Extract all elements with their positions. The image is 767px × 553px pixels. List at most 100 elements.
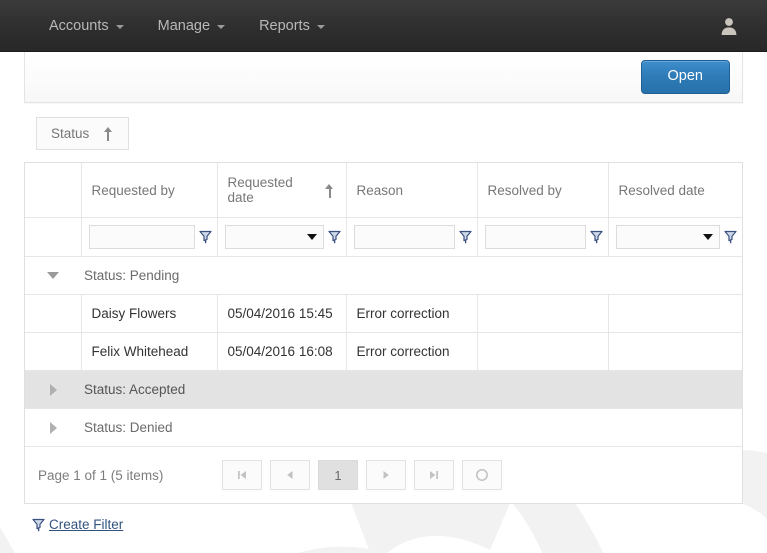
column-header-requested-date[interactable]: Requested date [217, 163, 347, 218]
nav-item-label: Accounts [49, 18, 109, 34]
column-header-resolved-by[interactable]: Resolved by [477, 163, 609, 218]
group-row-cell: Status: Pending [25, 256, 742, 295]
filter-cell-resolved-by [477, 217, 609, 257]
column-header-label: Requested by [91, 182, 175, 198]
filter-input-resolved-by[interactable] [485, 226, 579, 248]
nav-item-reports[interactable]: Reports [242, 0, 342, 52]
filter-cell-expander [25, 217, 82, 257]
nav-item-manage[interactable]: Manage [141, 0, 242, 52]
column-header-requested-by[interactable]: Requested by [81, 163, 218, 218]
filter-input-requested-date[interactable] [225, 226, 307, 248]
filter-input-wrapper-resolved-by[interactable] [484, 225, 586, 249]
filter-input-wrapper-requested-by[interactable] [88, 225, 195, 249]
groupby-chip-status[interactable]: Status [36, 117, 130, 150]
chevron-down-icon [217, 25, 226, 29]
user-menu-button[interactable] [719, 0, 739, 52]
filter-funnel-icon[interactable] [198, 230, 212, 244]
requests-table: Requested by Requested date Reason Resol… [25, 163, 742, 447]
cell-requested-date: 05/04/2016 16:08 [217, 332, 347, 371]
filter-funnel-icon[interactable] [724, 230, 737, 244]
arrow-up-icon [325, 183, 336, 198]
filter-cell-requested-date [217, 217, 347, 257]
table-row[interactable]: Felix Whitehead 05/04/2016 16:08 Error c… [25, 332, 742, 371]
cell-resolved-date [608, 332, 742, 371]
previous-page-button[interactable] [270, 460, 310, 490]
previous-page-icon [287, 471, 293, 479]
group-toggle-accepted[interactable] [25, 383, 81, 396]
filter-input-resolved-date[interactable] [616, 226, 703, 248]
nav-item-label: Manage [157, 18, 211, 34]
first-page-icon [238, 471, 246, 479]
filter-input-wrapper-reason[interactable] [353, 225, 455, 249]
chevron-down-icon[interactable] [306, 234, 317, 240]
triangle-right-icon [49, 421, 57, 434]
top-navbar: Accounts Manage Reports [0, 0, 767, 52]
grid-pager: Page 1 of 1 (5 items) 1 [24, 447, 743, 504]
first-page-button[interactable] [222, 460, 262, 490]
column-header-label: Requested date [227, 175, 293, 205]
refresh-circle-icon [476, 469, 488, 481]
filter-cell-resolved-date [608, 217, 742, 257]
toolbar-panel: Open [24, 52, 743, 103]
pager-summary: Page 1 of 1 (5 items) [38, 467, 164, 483]
group-row-cell: Status: Accepted [25, 370, 742, 409]
user-avatar-icon [721, 18, 737, 35]
filter-funnel-icon[interactable] [589, 230, 603, 244]
create-filter-row: Create Filter [24, 517, 743, 532]
filter-input-reason[interactable] [354, 226, 448, 248]
cell-requested-by: Felix Whitehead [80, 332, 218, 371]
group-row-denied[interactable]: Status: Denied [25, 408, 742, 447]
row-indent-cell [25, 332, 82, 371]
triangle-right-icon [49, 383, 57, 396]
last-page-button[interactable] [414, 460, 454, 490]
column-header-expander [25, 163, 82, 218]
nav-item-accounts[interactable]: Accounts [32, 0, 141, 52]
cell-resolved-by [477, 332, 609, 371]
cell-reason: Error correction [346, 332, 478, 371]
row-indent-cell [25, 294, 82, 333]
groupby-chip-label: Status [51, 126, 90, 141]
filter-dropdown-wrapper-resolved-date[interactable] [615, 225, 720, 249]
group-toggle-pending[interactable] [25, 272, 81, 279]
chevron-down-icon[interactable] [703, 234, 713, 240]
group-row-label: Status: Denied [84, 420, 173, 435]
column-header-reason[interactable]: Reason [346, 163, 478, 218]
group-row-accepted[interactable]: Status: Accepted [25, 370, 742, 409]
group-row-pending[interactable]: Status: Pending [25, 256, 742, 295]
refresh-button[interactable] [462, 460, 502, 490]
cell-resolved-by [477, 294, 609, 333]
page-number-button[interactable]: 1 [318, 460, 358, 490]
column-header-resolved-date[interactable]: Resolved date [608, 163, 742, 218]
filter-funnel-icon[interactable] [327, 230, 341, 244]
triangle-down-icon [47, 272, 59, 279]
filter-dropdown-wrapper-requested-date[interactable] [224, 225, 324, 249]
arrow-up-icon[interactable] [103, 126, 114, 141]
filter-cell-requested-by [81, 217, 218, 257]
group-row-cell: Status: Denied [25, 408, 742, 447]
next-page-icon [383, 471, 389, 479]
filter-funnel-icon[interactable] [32, 518, 45, 532]
table-header-row: Requested by Requested date Reason Resol… [25, 163, 742, 218]
filter-funnel-icon[interactable] [458, 230, 472, 244]
left-gutter [0, 52, 24, 553]
filter-row [25, 217, 742, 257]
last-page-icon [430, 471, 438, 479]
create-filter-link[interactable]: Create Filter [49, 517, 123, 532]
next-page-button[interactable] [366, 460, 406, 490]
column-header-label: Reason [356, 182, 404, 198]
filter-input-requested-by[interactable] [89, 226, 188, 248]
chevron-down-icon [115, 25, 124, 29]
column-header-label: Resolved date [618, 182, 705, 198]
cell-requested-date: 05/04/2016 15:45 [217, 294, 347, 333]
chevron-down-icon [316, 25, 325, 29]
open-button[interactable]: Open [640, 60, 730, 94]
nav-item-label: Reports [259, 18, 310, 34]
cell-reason: Error correction [346, 294, 478, 333]
cell-requested-by: Daisy Flowers [80, 294, 218, 333]
filter-cell-reason [346, 217, 478, 257]
pager-buttons: 1 [222, 460, 502, 490]
main-content: Open Status Requested by Requested date … [24, 52, 743, 532]
cell-resolved-date [608, 294, 742, 333]
table-row[interactable]: Daisy Flowers 05/04/2016 15:45 Error cor… [25, 294, 742, 333]
group-toggle-denied[interactable] [25, 421, 81, 434]
